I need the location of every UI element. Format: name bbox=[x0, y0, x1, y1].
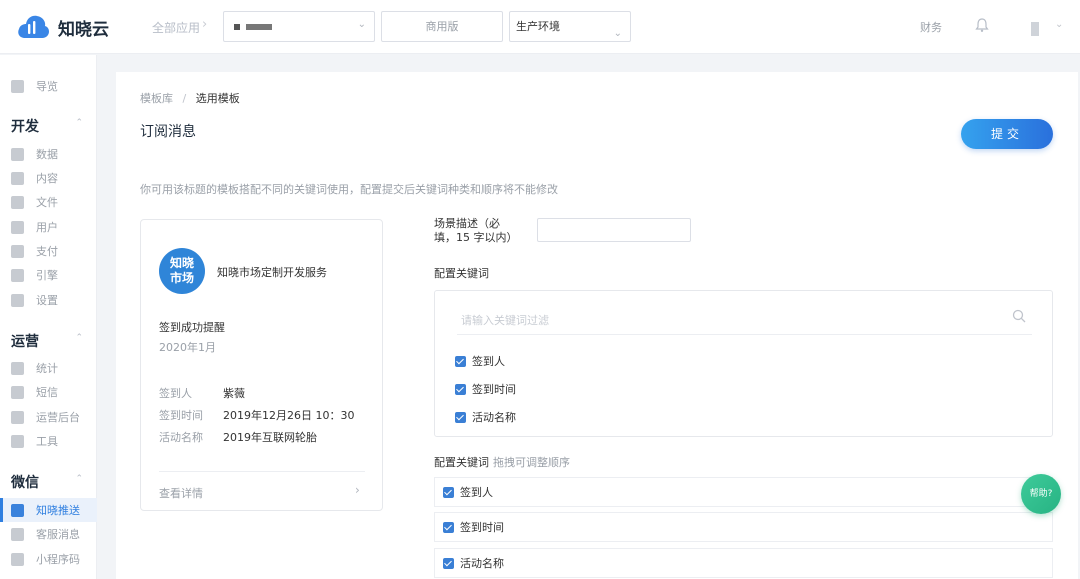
app-icon bbox=[234, 24, 240, 30]
layout-icon bbox=[11, 503, 24, 517]
preview-field-sign-time: 签到时间 2019年12月26日 10：30 bbox=[159, 409, 355, 422]
brand-name: 知晓市场定制开发服务 bbox=[217, 266, 327, 279]
app-logo[interactable]: 知晓云 bbox=[16, 12, 109, 42]
sidebar-item-overview[interactable]: 导览 bbox=[0, 74, 97, 98]
wrench-icon bbox=[11, 434, 24, 448]
sidebar-item-content[interactable]: 内容 bbox=[0, 166, 97, 190]
cloud-logo-icon bbox=[16, 12, 50, 42]
sidebar-item-sms[interactable]: 短信 bbox=[0, 380, 97, 404]
environment-selector[interactable]: 生产环境 ⌄ bbox=[509, 11, 631, 42]
bell-icon[interactable] bbox=[975, 17, 989, 33]
dashboard-icon bbox=[11, 410, 24, 424]
grid-icon bbox=[11, 79, 24, 93]
sidebar-item-push[interactable]: 知晓推送 bbox=[0, 498, 97, 522]
finance-link[interactable]: 财务 bbox=[920, 19, 942, 35]
scene-description-label: 场景描述（必填，15 字以内） bbox=[434, 217, 518, 244]
help-button[interactable]: 帮助? bbox=[1021, 474, 1061, 514]
keyword-search-input[interactable]: 请输入关键词过滤 bbox=[461, 312, 549, 328]
app-name-redacted bbox=[246, 24, 272, 30]
mail-icon bbox=[11, 385, 24, 399]
message-preview-card: 知晓 市场 知晓市场定制开发服务 签到成功提醒 2020年1月 签到人 紫薇 签到… bbox=[140, 219, 383, 511]
checkbox-checked-icon[interactable] bbox=[455, 411, 466, 423]
sidebar-group-dev[interactable]: 开发 ⌃ bbox=[11, 116, 91, 136]
keyword-option-sign-time[interactable]: 签到时间 bbox=[455, 381, 516, 397]
page-title: 订阅消息 bbox=[140, 124, 196, 140]
sidebar-item-payment[interactable]: 支付 bbox=[0, 239, 97, 263]
chevron-down-icon[interactable]: ⌄ bbox=[1055, 19, 1063, 30]
environment-label: 生产环境 bbox=[516, 20, 560, 33]
brand-logo: 知晓 市场 bbox=[159, 248, 205, 294]
top-header: 知晓云 全部应用 › ⌄ 商用版 生产环境 ⌄ 财务 ⌄ bbox=[0, 0, 1080, 54]
view-details-link[interactable]: 查看详情 bbox=[159, 485, 203, 501]
sidebar-item-tools[interactable]: 工具 bbox=[0, 429, 97, 453]
edition-badge: 商用版 bbox=[381, 11, 503, 42]
sidebar-item-engine[interactable]: 引擎 bbox=[0, 263, 97, 287]
order-item-sign-time[interactable]: 签到时间 bbox=[434, 512, 1053, 542]
sidebar-item-data[interactable]: 数据 bbox=[0, 142, 97, 166]
sidebar-item-mini-program-code[interactable]: 小程序码 bbox=[0, 547, 97, 571]
chevron-down-icon: ⌄ bbox=[357, 19, 366, 30]
chevron-right-icon: › bbox=[202, 17, 208, 32]
checkbox-checked-icon[interactable] bbox=[443, 557, 454, 569]
breadcrumb-current: 选用模板 bbox=[195, 92, 240, 105]
sidebar-item-settings[interactable]: 设置 bbox=[0, 288, 97, 312]
chevron-up-icon: ⌃ bbox=[75, 333, 83, 343]
breadcrumb-template-library[interactable]: 模板库 bbox=[140, 92, 173, 105]
submit-button[interactable]: 提交 bbox=[961, 119, 1053, 149]
chevron-up-icon: ⌃ bbox=[75, 474, 83, 484]
keyword-option-activity[interactable]: 活动名称 bbox=[455, 409, 516, 425]
keyword-order-label: 配置关键词 拖拽可调整顺序 bbox=[434, 456, 570, 469]
chevron-down-icon: ⌄ bbox=[613, 28, 622, 39]
search-icon[interactable] bbox=[1012, 309, 1026, 323]
config-hint: 你可用该标题的模板搭配不同的关键词使用，配置提交后关键词种类和顺序将不能修改 bbox=[140, 183, 558, 196]
chevron-up-icon: ⌃ bbox=[75, 118, 83, 128]
sidebar: 导览 开发 ⌃ 数据 内容 文件 用户 支付 引擎 设置 运营 ⌃ 统计 短信 … bbox=[0, 55, 97, 579]
sidebar-item-stats[interactable]: 统计 bbox=[0, 356, 97, 380]
sidebar-group-ops[interactable]: 运营 ⌃ bbox=[11, 331, 91, 351]
divider bbox=[159, 471, 365, 472]
chart-line-icon bbox=[11, 268, 24, 282]
user-card-icon bbox=[11, 220, 24, 234]
logo-text: 知晓云 bbox=[58, 19, 109, 40]
message-date: 2020年1月 bbox=[159, 341, 216, 354]
keyword-search[interactable]: 请输入关键词过滤 bbox=[457, 305, 1032, 335]
checkbox-checked-icon[interactable] bbox=[455, 355, 466, 367]
gear-icon bbox=[11, 293, 24, 307]
qr-code-icon bbox=[11, 552, 24, 566]
breadcrumb: 模板库 / 选用模板 bbox=[140, 90, 240, 106]
chat-icon bbox=[11, 527, 24, 541]
app-selector[interactable]: ⌄ bbox=[223, 11, 375, 42]
keyword-option-signer[interactable]: 签到人 bbox=[455, 353, 505, 369]
checkbox-checked-icon[interactable] bbox=[443, 486, 454, 498]
sidebar-item-customer-service[interactable]: 客服消息 bbox=[0, 522, 97, 546]
checkbox-checked-icon[interactable] bbox=[443, 521, 454, 533]
main-content: 模板库 / 选用模板 订阅消息 提交 你可用该标题的模板搭配不同的关键词使用，配… bbox=[116, 72, 1078, 579]
document-icon bbox=[11, 171, 24, 185]
avatar[interactable] bbox=[1031, 22, 1039, 36]
bar-chart-icon bbox=[11, 361, 24, 375]
all-apps-link[interactable]: 全部应用 bbox=[152, 19, 200, 36]
scene-description-input[interactable] bbox=[537, 218, 691, 242]
drag-hint: 拖拽可调整顺序 bbox=[493, 456, 570, 469]
sidebar-item-files[interactable]: 文件 bbox=[0, 190, 97, 214]
sidebar-group-wechat[interactable]: 微信 ⌃ bbox=[11, 472, 91, 492]
checkbox-checked-icon[interactable] bbox=[455, 383, 466, 395]
order-item-signer[interactable]: 签到人 bbox=[434, 477, 1053, 507]
pie-chart-icon bbox=[11, 147, 24, 161]
keyword-config-label: 配置关键词 bbox=[434, 267, 489, 280]
sidebar-item-ops-backend[interactable]: 运营后台 bbox=[0, 405, 97, 429]
order-item-activity[interactable]: 活动名称 bbox=[434, 548, 1053, 578]
folder-icon bbox=[11, 195, 24, 209]
message-title: 签到成功提醒 bbox=[159, 321, 225, 334]
breadcrumb-separator: / bbox=[182, 92, 187, 105]
chevron-right-icon[interactable]: › bbox=[355, 483, 360, 497]
keyword-selection-panel: 请输入关键词过滤 签到人 签到时间 活动名称 bbox=[434, 290, 1053, 437]
sidebar-item-users[interactable]: 用户 bbox=[0, 215, 97, 239]
preview-field-signer: 签到人 紫薇 bbox=[159, 387, 245, 400]
preview-field-activity: 活动名称 2019年互联网轮胎 bbox=[159, 431, 317, 444]
wallet-icon bbox=[11, 244, 24, 258]
